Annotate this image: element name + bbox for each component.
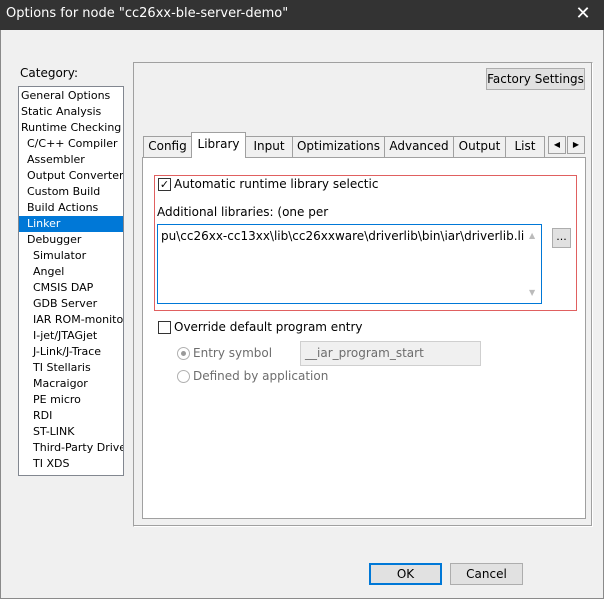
- entry-symbol-input[interactable]: __iar_program_start: [300, 341, 481, 366]
- category-item-general-options[interactable]: General Options: [19, 88, 123, 104]
- override-entry-checkbox[interactable]: [158, 321, 171, 334]
- category-item-rdi[interactable]: RDI: [19, 408, 123, 424]
- window-title: Options for node "cc26xx-ble-server-demo…: [6, 6, 289, 21]
- category-item-ti-stellaris[interactable]: TI Stellaris: [19, 360, 123, 376]
- category-item-st-link[interactable]: ST-LINK: [19, 424, 123, 440]
- category-item-macraigor[interactable]: Macraigor: [19, 376, 123, 392]
- tab-library[interactable]: Library: [191, 132, 246, 158]
- category-item-angel[interactable]: Angel: [19, 264, 123, 280]
- tab-advanced[interactable]: Advanced: [384, 136, 454, 157]
- category-item-build-actions[interactable]: Build Actions: [19, 200, 123, 216]
- auto-runtime-label: Automatic runtime library selectic: [174, 177, 379, 191]
- chevron-left-icon[interactable]: ◀: [548, 136, 566, 154]
- category-item-assembler[interactable]: Assembler: [19, 152, 123, 168]
- scrollbar[interactable]: ▲ ▼: [525, 225, 541, 303]
- entry-symbol-value: __iar_program_start: [305, 346, 424, 360]
- category-item-runtime-checking[interactable]: Runtime Checking: [19, 120, 123, 136]
- category-item-cmsis-dap[interactable]: CMSIS DAP: [19, 280, 123, 296]
- defined-by-app-radio[interactable]: [177, 370, 190, 383]
- category-item-jlink-jtrace[interactable]: J-Link/J-Trace: [19, 344, 123, 360]
- tab-config[interactable]: Config: [143, 136, 192, 157]
- cancel-button[interactable]: Cancel: [450, 563, 523, 585]
- tab-input[interactable]: Input: [245, 136, 293, 157]
- auto-runtime-checkbox[interactable]: ✓: [158, 178, 171, 191]
- scroll-down-icon[interactable]: ▼: [529, 288, 535, 297]
- category-list[interactable]: General Options Static Analysis Runtime …: [18, 86, 124, 476]
- category-item-cpp-compiler[interactable]: C/C++ Compiler: [19, 136, 123, 152]
- category-item-gdb-server[interactable]: GDB Server: [19, 296, 123, 312]
- defined-by-app-label: Defined by application: [193, 369, 329, 383]
- browse-button[interactable]: ...: [552, 228, 571, 248]
- category-item-iar-rom-monitor[interactable]: IAR ROM-monitor: [19, 312, 123, 328]
- category-item-pe-micro[interactable]: PE micro: [19, 392, 123, 408]
- category-item-custom-build[interactable]: Custom Build: [19, 184, 123, 200]
- tab-optimizations[interactable]: Optimizations: [292, 136, 385, 157]
- factory-settings-button[interactable]: Factory Settings: [486, 68, 585, 90]
- tab-scroll-arrows: ◀ ▶: [548, 136, 586, 154]
- category-item-linker[interactable]: Linker: [19, 216, 123, 232]
- tab-output[interactable]: Output: [453, 136, 506, 157]
- override-entry-label: Override default program entry: [174, 320, 363, 334]
- additional-libraries-label: Additional libraries: (one per: [157, 205, 329, 219]
- category-item-static-analysis[interactable]: Static Analysis: [19, 104, 123, 120]
- ok-button[interactable]: OK: [369, 563, 442, 585]
- tab-list[interactable]: List: [505, 136, 545, 157]
- category-item-third-party-driver[interactable]: Third-Party Driver: [19, 440, 123, 456]
- additional-libraries-value: pu\cc26xx-cc13xx\lib\cc26xxware\driverli…: [161, 229, 532, 243]
- entry-symbol-radio[interactable]: [177, 347, 190, 360]
- category-item-simulator[interactable]: Simulator: [19, 248, 123, 264]
- additional-libraries-input[interactable]: pu\cc26xx-cc13xx\lib\cc26xxware\driverli…: [157, 224, 542, 304]
- scroll-up-icon[interactable]: ▲: [529, 231, 535, 240]
- category-item-ti-xds[interactable]: TI XDS: [19, 456, 123, 472]
- category-label: Category:: [20, 66, 78, 80]
- category-item-ijet-jtagjet[interactable]: I-jet/JTAGjet: [19, 328, 123, 344]
- entry-symbol-label: Entry symbol: [193, 346, 273, 360]
- title-bar: Options for node "cc26xx-ble-server-demo…: [0, 0, 604, 30]
- category-item-output-converter[interactable]: Output Converter: [19, 168, 123, 184]
- close-icon[interactable]: ✕: [570, 2, 596, 26]
- category-item-debugger[interactable]: Debugger: [19, 232, 123, 248]
- chevron-right-icon[interactable]: ▶: [567, 136, 585, 154]
